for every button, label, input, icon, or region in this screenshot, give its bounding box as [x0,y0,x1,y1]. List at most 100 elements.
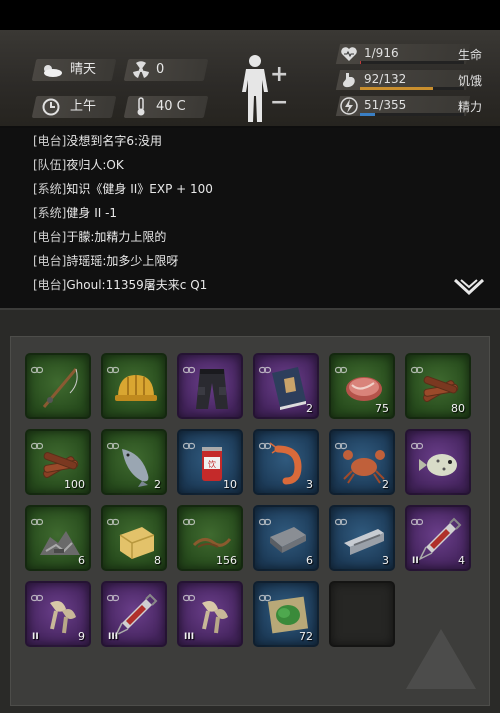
stat-health-fill [360,61,362,64]
item-tier: III [184,632,195,642]
status-panel: 晴天 0 上午 40 C + − 1/916 生命 92/132 饥饿 51/3… [0,30,500,128]
cargo-pants-icon [188,363,236,411]
chat-channel: [电台] [33,230,67,244]
fish-icon [112,439,160,487]
inventory-slot[interactable]: 8 [101,505,167,571]
inventory-slot[interactable] [405,429,471,495]
item-quantity: 10 [223,478,237,491]
stat-health-value: 1/916 [364,46,399,60]
inventory-slot[interactable]: 75 [329,353,395,419]
item-tier: II [412,556,419,566]
item-quantity: 8 [154,554,161,567]
radiation-icon [128,59,154,81]
hard-hat-icon [112,363,160,411]
book-icon [264,363,312,411]
inventory-slot[interactable] [25,353,91,419]
time-label: 上午 [70,99,97,114]
temperature-value: 40 C [156,99,186,114]
chat-channel: [队伍] [33,158,67,172]
stat-energy-track [360,113,464,116]
item-quantity: 80 [451,402,465,415]
heart-icon [340,45,358,63]
inventory-slot-empty[interactable] [329,581,395,647]
inventory-slot[interactable]: III [101,581,167,647]
chat-line: [系统]健身 II -1 [33,204,117,221]
chat-line: [队伍]夜归人:OK [33,156,124,173]
chat-channel: [电台] [33,278,67,292]
stat-hunger: 92/132 饥饿 [335,70,492,90]
inventory-slot[interactable]: 2 [101,429,167,495]
thermometer-icon [128,96,154,118]
inventory-slot[interactable] [177,353,243,419]
chat-message: 夜归人:OK [66,158,124,172]
inventory-slot[interactable]: 饮 10 [177,429,243,495]
minus-icon[interactable]: − [270,92,288,114]
item-tier: II [32,632,39,642]
item-quantity: 3 [382,554,389,567]
item-quantity: 156 [216,554,237,567]
stat-health: 1/916 生命 [335,44,492,64]
stat-hunger-value: 92/132 [364,72,407,86]
lightning-icon [340,97,358,115]
chat-message: 于朦:加精力上限的 [66,230,167,244]
inventory-slot[interactable]: 4 II [405,505,471,571]
inventory-slot[interactable]: III [177,581,243,647]
inventory-slot[interactable]: 2 [329,429,395,495]
chat-log[interactable]: [电台]没想到名字6:没用 [队伍]夜归人:OK [系统]知识《健身 II》EX… [0,128,500,308]
inventory-slot[interactable] [101,353,167,419]
top-bar [0,0,500,30]
chat-line: [电台]没想到名字6:没用 [33,132,162,149]
chevron-down-icon[interactable] [452,276,486,298]
stat-energy-value: 51/355 [364,98,407,112]
item-quantity: 9 [78,630,85,643]
inventory-slot[interactable]: 6 [253,505,319,571]
item-quantity: 75 [375,402,389,415]
mushroom-icon [188,591,236,639]
radiation-value: 0 [156,62,165,77]
chat-message: 没想到名字6:没用 [66,134,163,148]
svg-text:饮: 饮 [208,459,216,469]
chat-line: [系统]知识《健身 II》EXP + 100 [33,180,213,197]
item-quantity: 3 [306,478,313,491]
inventory-slot[interactable]: 156 [177,505,243,571]
syringe-icon [416,515,464,563]
iron-ingot-icon [264,515,312,563]
chat-line: [电台]詩瑶瑶:加多少上限呀 [33,252,178,269]
inventory-slot[interactable]: 6 [25,505,91,571]
stat-health-track [360,61,464,64]
stat-energy: 51/355 精力 [335,96,492,116]
plus-icon[interactable]: + [270,64,288,86]
item-quantity: 72 [299,630,313,643]
sun-cloud-icon [38,59,64,81]
inventory-slot[interactable]: 100 [25,429,91,495]
syringe-icon [112,591,160,639]
scrap-pile-icon [36,515,84,563]
item-quantity: 100 [64,478,85,491]
stat-hunger-fill [360,87,433,90]
item-quantity: 6 [78,554,85,567]
chat-channel: [电台] [33,254,67,268]
inventory-slot[interactable]: 80 [405,353,471,419]
shrimp-icon [264,439,312,487]
inventory-slot[interactable]: 72 [253,581,319,647]
stomach-icon [340,71,358,89]
inventory-slot[interactable]: 9 II [25,581,91,647]
body-status-figure[interactable] [238,54,272,124]
chat-channel: [系统] [33,182,67,196]
watermark-icon [406,629,476,689]
weather-label: 晴天 [70,62,97,77]
inventory-slot[interactable]: 3 [253,429,319,495]
inventory-frame: 2 75 80 100 2 饮 10 3 2 6 8 156 6 3 4 II 9 II III III 72 [0,308,500,713]
inventory-slot[interactable]: 2 [253,353,319,419]
chat-channel: [电台] [33,134,67,148]
chat-channel: [系统] [33,206,67,220]
chat-message: 詩瑶瑶:加多少上限呀 [66,254,179,268]
stat-hunger-track [360,87,464,90]
crab-icon [340,439,388,487]
chat-message: Ghoul:11359屠夫来c Q1 [66,278,208,292]
inventory-grid: 2 75 80 100 2 饮 10 3 2 6 8 156 6 3 4 II 9 II III III 72 [10,336,490,706]
chat-message: 知识《健身 II》EXP + 100 [66,182,213,196]
inventory-slot[interactable]: 3 [329,505,395,571]
steel-beam-icon [340,515,388,563]
item-quantity: 2 [306,402,313,415]
